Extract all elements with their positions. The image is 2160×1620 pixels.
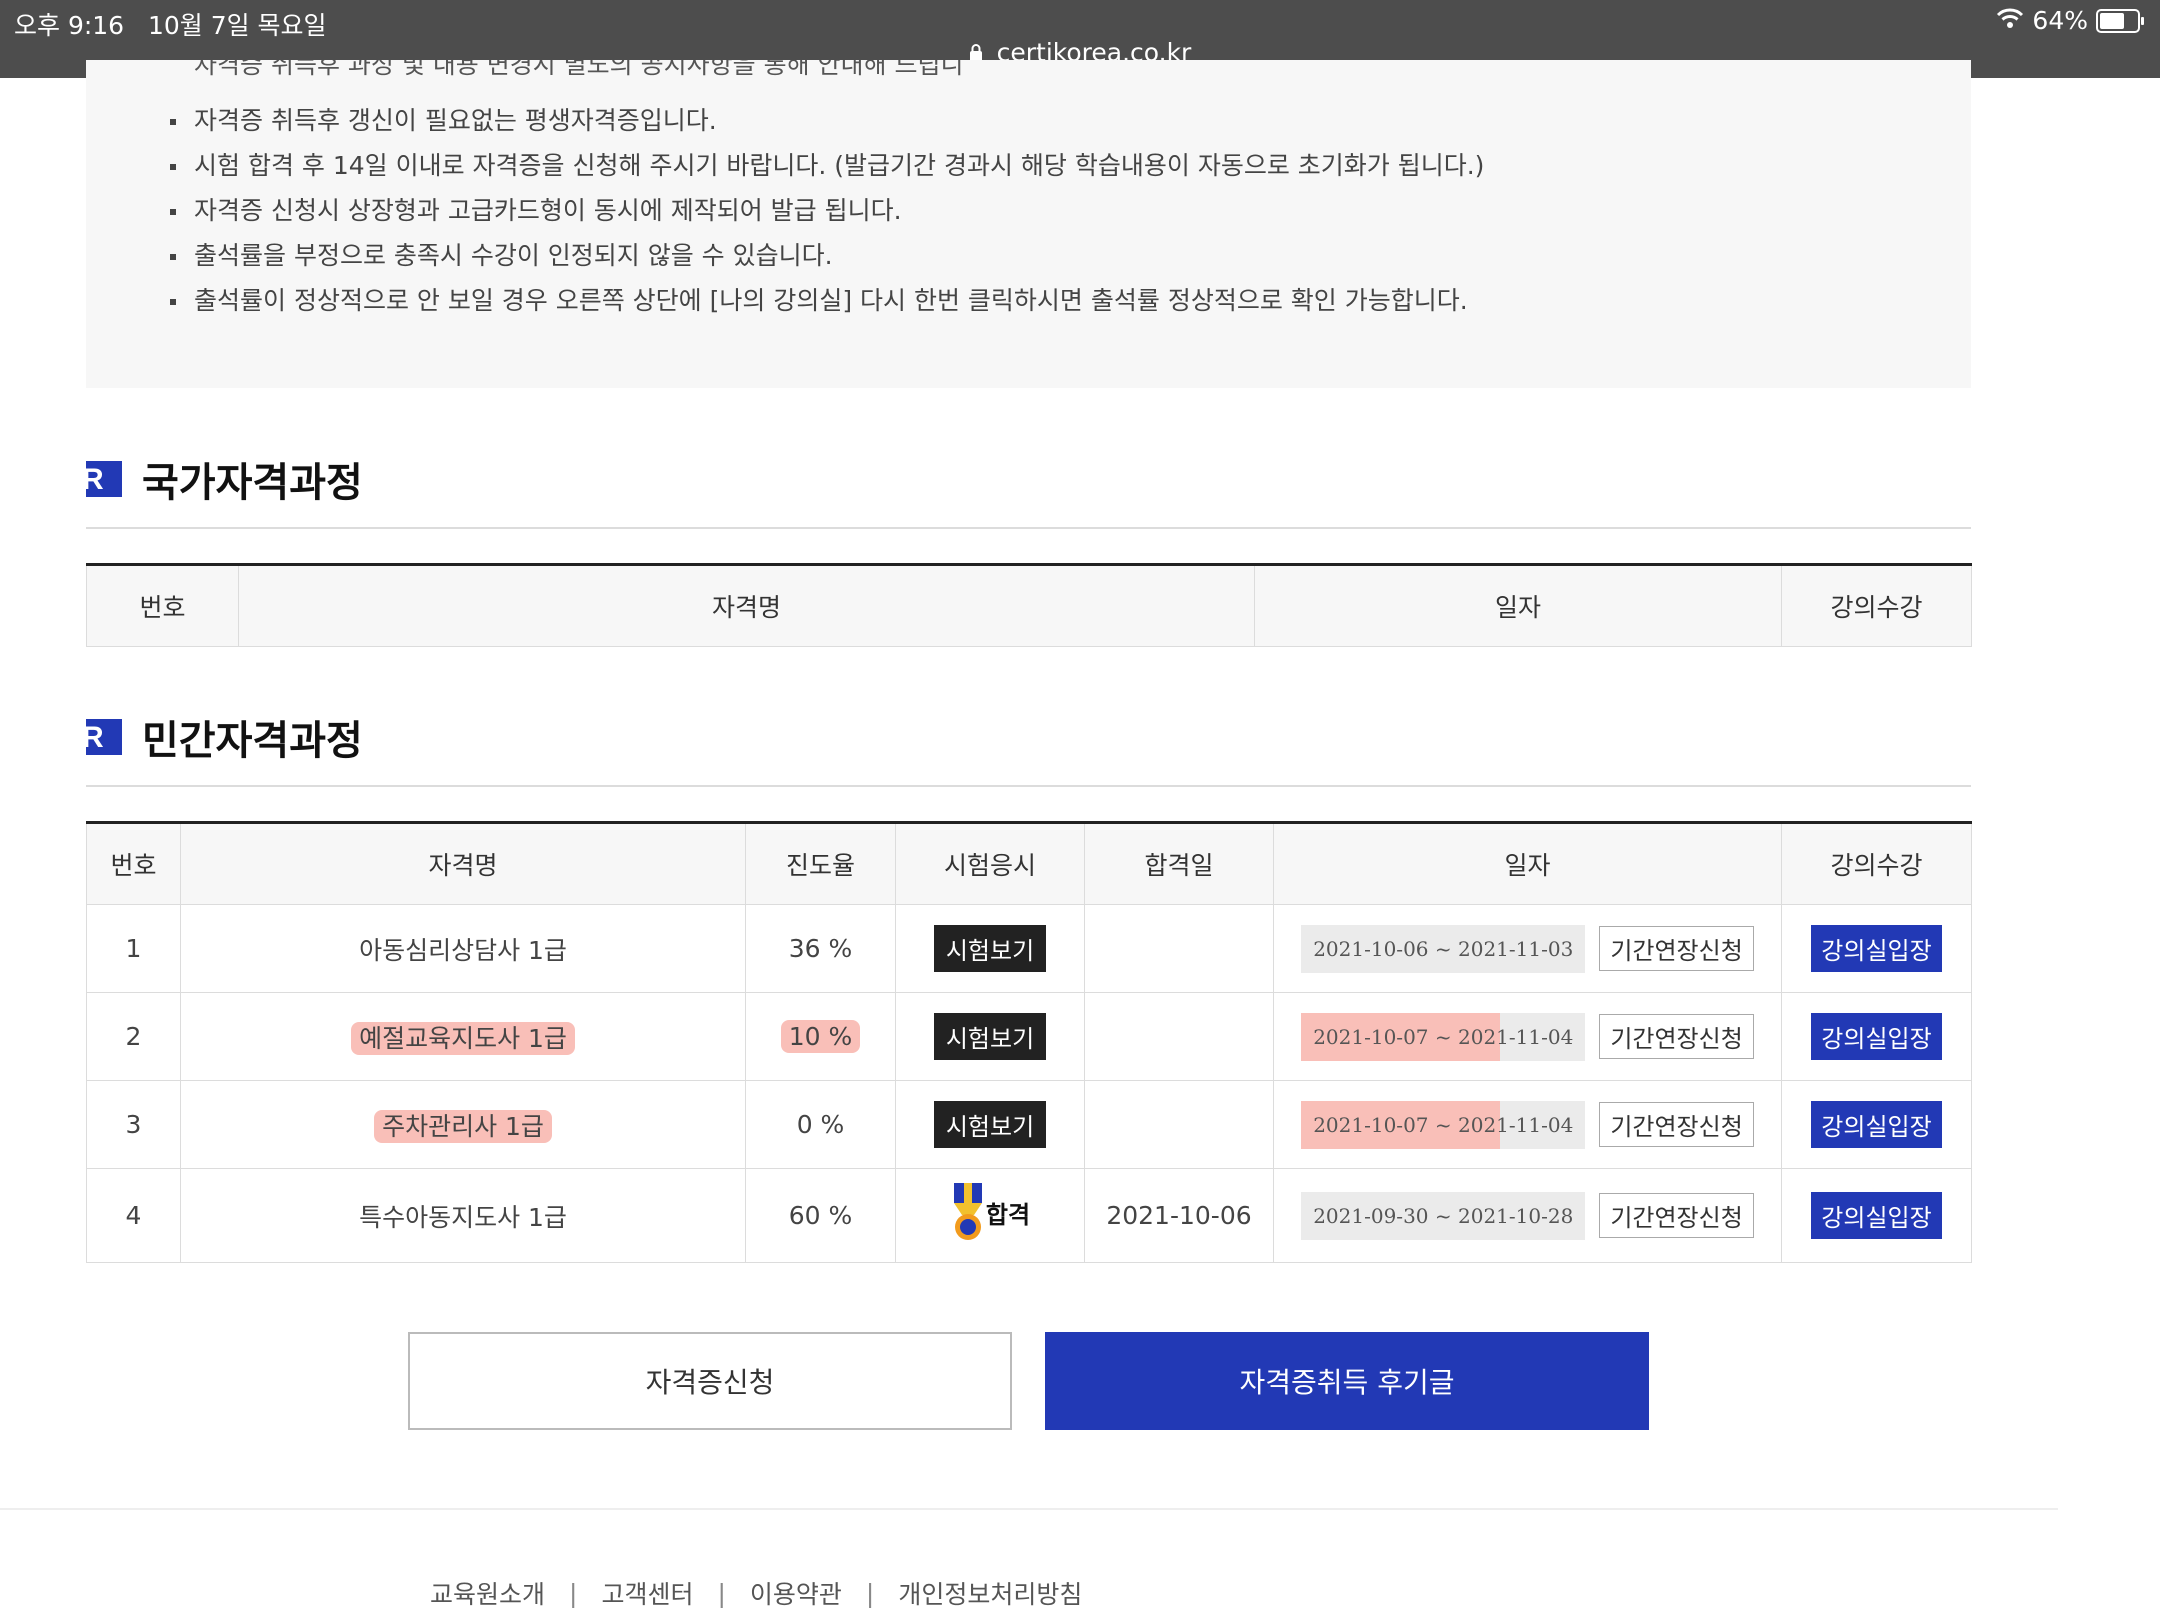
section-mark-icon: R xyxy=(86,461,122,497)
row-pass-date: 2021-10-06 xyxy=(1084,1168,1274,1263)
row-name: 예절교육지도사 1급 xyxy=(351,1021,575,1055)
exam-button[interactable]: 시험보기 xyxy=(933,1013,1047,1060)
national-divider xyxy=(86,527,1971,529)
notice-list: 자격증 취득후 갱신이 필요없는 평생자격증입니다. 시험 합격 후 14일 이… xyxy=(170,98,1484,323)
national-table: 번호 자격명 일자 강의수강 xyxy=(86,563,1972,647)
row-name: 아동심리상담사 1급 xyxy=(180,904,746,993)
extend-button[interactable]: 기간연장신청 xyxy=(1599,1102,1754,1147)
wifi-icon xyxy=(1996,6,2024,35)
footer-link-privacy[interactable]: 개인정보처리방침 xyxy=(898,1575,1082,1611)
table-row: 1 아동심리상담사 1급 36 % 시험보기 2021-10-06 ~ 2021… xyxy=(86,904,1972,993)
status-date: 10월 7일 목요일 xyxy=(147,11,327,40)
medal-icon xyxy=(950,1182,986,1249)
row-progress: 36 % xyxy=(745,904,896,993)
row-no: 1 xyxy=(86,904,181,993)
private-header-pass-date: 합격일 xyxy=(1084,822,1274,905)
section-mark-icon: R xyxy=(86,719,122,755)
notice-item: 자격증 취득후 갱신이 필요없는 평생자격증입니다. xyxy=(170,98,1484,143)
table-row: 4 특수아동지도사 1급 60 % 합격 2021-10-06 2021-09-… xyxy=(86,1168,1972,1263)
row-no: 2 xyxy=(86,992,181,1081)
national-header-date: 일자 xyxy=(1254,564,1782,647)
private-divider xyxy=(86,785,1971,787)
notice-item: 시험 합격 후 14일 이내로 자격증을 신청해 주시기 바랍니다. (발급기간… xyxy=(170,143,1484,188)
footer-link-support[interactable]: 고객센터 xyxy=(601,1575,693,1611)
battery-percent: 64% xyxy=(2032,6,2088,35)
private-header-exam: 시험응시 xyxy=(895,822,1085,905)
private-title: 민간자격과정 xyxy=(142,718,363,764)
private-header-progress: 진도율 xyxy=(745,822,896,905)
national-header-no: 번호 xyxy=(86,564,239,647)
table-row: 3 주차관리사 1급 0 % 시험보기 2021-10-07 ~ 2021-11… xyxy=(86,1080,1972,1169)
row-pass-date xyxy=(1084,992,1274,1081)
footer-separator: | xyxy=(717,1578,726,1608)
private-header-lecture: 강의수강 xyxy=(1781,822,1972,905)
row-period: 2021-10-06 ~ 2021-11-03 xyxy=(1301,924,1586,973)
extend-button[interactable]: 기간연장신청 xyxy=(1599,1193,1754,1238)
notice-item: 출석률을 부정으로 충족시 수강이 인정되지 않을 수 있습니다. xyxy=(170,233,1484,278)
row-period: 2021-09-30 ~ 2021-10-28 xyxy=(1301,1191,1586,1240)
private-header-date: 일자 xyxy=(1273,822,1782,905)
private-header-name: 자격명 xyxy=(180,822,746,905)
enter-lecture-button[interactable]: 강의실입장 xyxy=(1811,925,1942,972)
certificate-apply-button[interactable]: 자격증신청 xyxy=(408,1332,1012,1430)
national-header-name: 자격명 xyxy=(238,564,1255,647)
enter-lecture-button[interactable]: 강의실입장 xyxy=(1811,1013,1942,1060)
notice-item: 자격증 신청시 상장형과 고급카드형이 동시에 제작되어 발급 됩니다. xyxy=(170,188,1484,233)
row-period: 2021-10-07 ~ 2021-11-04 xyxy=(1301,1100,1586,1149)
row-progress: 0 % xyxy=(745,1080,896,1169)
private-header-no: 번호 xyxy=(86,822,181,905)
row-name: 주차관리사 1급 xyxy=(374,1109,552,1143)
pass-badge: 합격 xyxy=(950,1182,1030,1249)
extend-button[interactable]: 기간연장신청 xyxy=(1599,926,1754,971)
notice-item: 출석률이 정상적으로 안 보일 경우 오른쪽 상단에 [나의 강의실] 다시 한… xyxy=(170,278,1484,323)
footer-link-terms[interactable]: 이용약관 xyxy=(750,1575,842,1611)
notice-cut-line: 자격증 취득후 과정 및 내용 변경시 별도의 공지사항을 통해 안내해 드립니… xyxy=(194,60,964,79)
enter-lecture-button[interactable]: 강의실입장 xyxy=(1811,1101,1942,1148)
footer-separator: | xyxy=(569,1578,578,1608)
row-no: 4 xyxy=(86,1168,181,1263)
extend-button[interactable]: 기간연장신청 xyxy=(1599,1014,1754,1059)
footer-separator: | xyxy=(865,1578,875,1608)
exam-button[interactable]: 시험보기 xyxy=(933,1101,1047,1148)
status-time: 오후 9:16 10월 7일 목요일 xyxy=(14,11,327,40)
review-button[interactable]: 자격증취득 후기글 xyxy=(1045,1332,1649,1430)
row-period: 2021-10-07 ~ 2021-11-04 xyxy=(1301,1012,1586,1061)
exam-button[interactable]: 시험보기 xyxy=(933,925,1047,972)
private-table: 번호 자격명 진도율 시험응시 합격일 일자 강의수강 1 아동심리상담사 1급… xyxy=(86,821,1972,1263)
footer-links: 교육원소개 | 고객센터 | 이용약관 | 개인정보처리방침 xyxy=(430,1575,1082,1611)
footer-divider xyxy=(0,1508,2058,1510)
national-title: 국가자격과정 xyxy=(142,460,363,506)
battery-icon xyxy=(2096,8,2144,33)
status-right: 64% xyxy=(1996,6,2144,35)
row-progress: 10 % xyxy=(780,1020,861,1053)
table-row: 2 예절교육지도사 1급 10 % 시험보기 2021-10-07 ~ 2021… xyxy=(86,992,1972,1081)
national-header-lecture: 강의수강 xyxy=(1781,564,1972,647)
footer-link-about[interactable]: 교육원소개 xyxy=(430,1575,545,1611)
row-no: 3 xyxy=(86,1080,181,1169)
row-progress: 60 % xyxy=(745,1168,896,1263)
notice-box: 자격증 취득후 과정 및 내용 변경시 별도의 공지사항을 통해 안내해 드립니… xyxy=(86,60,1971,388)
national-section-title: R 국가자격과정 xyxy=(86,450,363,508)
row-pass-date xyxy=(1084,904,1274,993)
row-pass-date xyxy=(1084,1080,1274,1169)
private-section-title: R 민간자격과정 xyxy=(86,708,363,766)
enter-lecture-button[interactable]: 강의실입장 xyxy=(1811,1192,1942,1239)
row-name: 특수아동지도사 1급 xyxy=(180,1168,746,1263)
